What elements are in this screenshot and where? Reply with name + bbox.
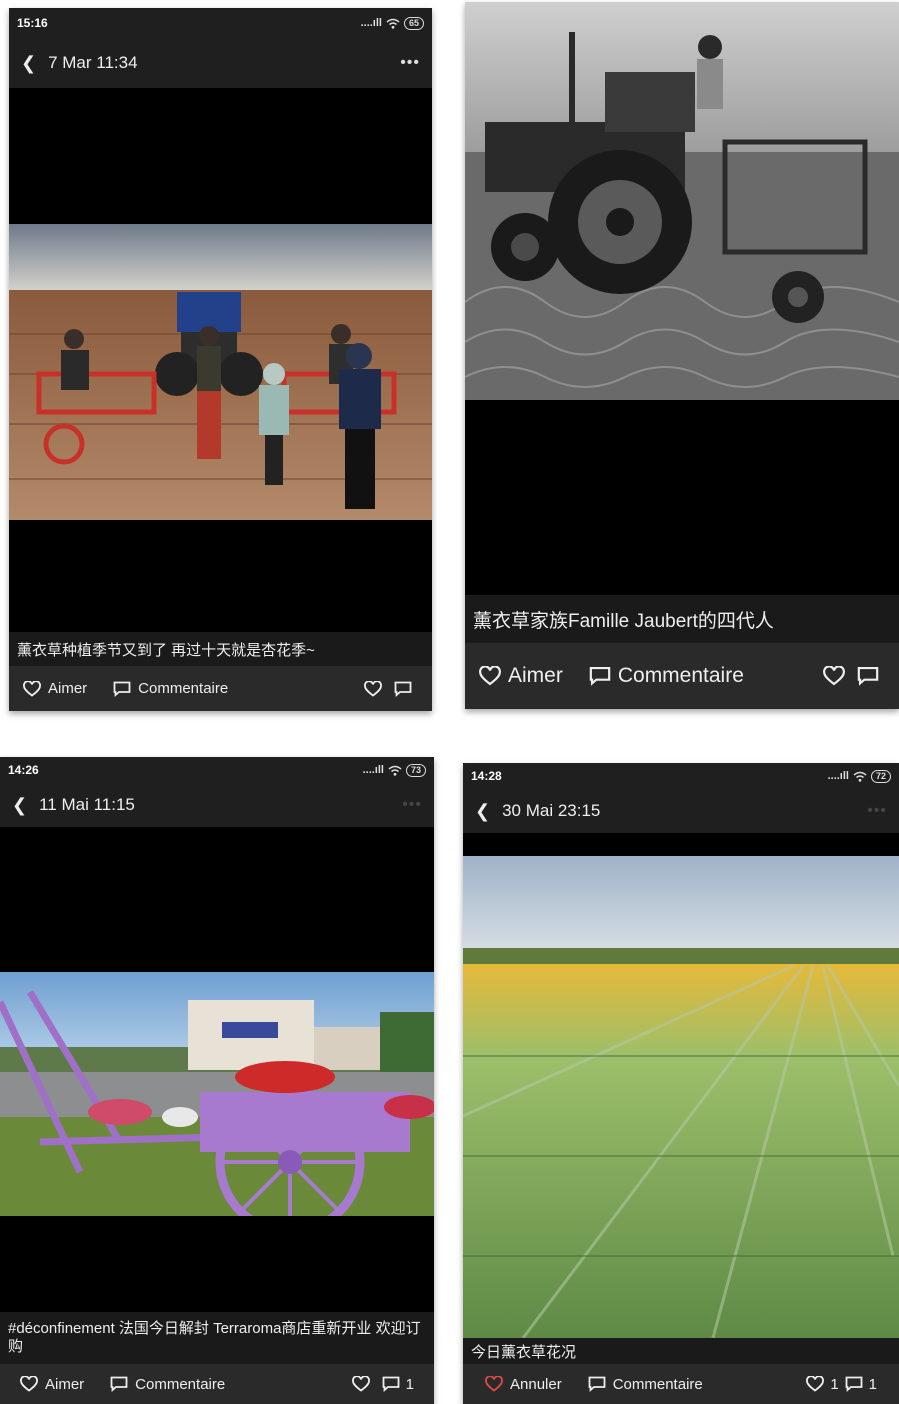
comment-count-icon	[394, 681, 412, 697]
post-caption: 薰衣草家族Famille Jaubert的四代人	[465, 595, 899, 643]
action-bar: Aimer Commentaire	[465, 643, 899, 709]
comment-count-icon	[845, 1376, 863, 1392]
heart-icon	[479, 666, 501, 686]
post-photo	[463, 856, 899, 1338]
more-options-icon[interactable]: •••	[867, 802, 887, 820]
reaction-counts	[364, 680, 418, 697]
comment-count: 1	[405, 1375, 414, 1393]
status-time: 14:26	[8, 763, 39, 777]
heart-icon	[23, 680, 41, 697]
battery-icon: 73	[405, 763, 426, 777]
like-label: Aimer	[508, 664, 563, 687]
comment-button[interactable]: Commentaire	[589, 664, 744, 688]
screenshot-panel-4: 14:28 ....ıll 72 ❮ 30 Mai 23:15 ••• 今日薰衣…	[463, 763, 899, 1404]
comment-icon	[110, 1376, 128, 1392]
heart-filled-icon	[485, 1376, 503, 1392]
status-time: 15:16	[17, 16, 48, 30]
reaction-counts	[823, 666, 885, 686]
screenshot-panel-3: 14:26 ....ıll 73 ❮ 11 Mai 11:15 ••• #déc…	[0, 757, 434, 1404]
caption-text: #déconfinement 法国今日解封 Terraroma商店重新开业 欢迎…	[8, 1320, 421, 1355]
comment-icon	[113, 681, 131, 697]
back-arrow-icon[interactable]: ❮	[12, 795, 27, 816]
post-caption: 今日薰衣草花况	[463, 1338, 899, 1364]
screenshot-panel-1: 15:16 ....ıll 65 ❮ 7 Mar 11:34 ••• 薰衣草种植…	[9, 8, 432, 711]
more-options-icon[interactable]: •••	[402, 796, 422, 814]
back-arrow-icon[interactable]: ❮	[21, 53, 36, 74]
like-label: Aimer	[45, 1375, 85, 1393]
status-bar: 14:28 ....ıll 72	[463, 763, 899, 789]
comment-label: Commentaire	[138, 680, 229, 697]
like-button[interactable]: Aimer	[20, 1376, 84, 1393]
comment-count-icon	[382, 1376, 400, 1392]
battery-icon: 65	[403, 16, 424, 30]
reaction-counts: 1	[351, 1375, 414, 1393]
post-date: 11 Mai 11:15	[39, 795, 135, 814]
more-options-icon[interactable]: •••	[400, 54, 420, 72]
post-caption: #déconfinement 法国今日解封 Terraroma商店重新开业 欢迎…	[0, 1312, 434, 1364]
post-date: 30 Mai 23:15	[502, 801, 601, 820]
comment-icon	[589, 666, 611, 686]
action-bar: Aimer Commentaire	[9, 666, 432, 711]
comment-icon	[588, 1376, 606, 1392]
like-button[interactable]: Aimer	[479, 664, 563, 688]
like-button[interactable]: Aimer	[23, 680, 87, 697]
heart-icon	[20, 1376, 38, 1392]
comment-label: Commentaire	[135, 1375, 226, 1393]
screenshot-panel-2: 薰衣草家族Famille Jaubert的四代人 Aimer Commentai…	[465, 2, 899, 709]
comment-count-icon	[857, 666, 879, 686]
status-bar: 15:16 ....ıll 65	[9, 8, 432, 38]
post-photo	[9, 224, 432, 520]
post-photo	[0, 972, 434, 1216]
back-arrow-icon[interactable]: ❮	[475, 801, 490, 822]
comment-label: Commentaire	[617, 664, 744, 687]
comment-button[interactable]: Commentaire	[588, 1376, 703, 1393]
post-photo	[465, 2, 899, 400]
signal-icon: ....ıll	[827, 770, 849, 782]
comment-count: 1	[868, 1375, 877, 1393]
action-bar: Aimer Commentaire 1	[0, 1364, 434, 1404]
heart-count-icon	[364, 680, 382, 697]
caption-text: 薰衣草家族Famille Jaubert的四代人	[473, 610, 774, 632]
action-bar: Annuler Commentaire 1 1	[463, 1364, 899, 1404]
caption-text: 薰衣草种植季节又到了 再过十天就是杏花季~	[17, 641, 315, 659]
heart-count-icon	[806, 1376, 825, 1392]
like-count: 1	[830, 1375, 839, 1393]
top-nav-bar: ❮ 7 Mar 11:34 •••	[9, 38, 432, 88]
status-bar: 14:26 ....ıll 73	[0, 757, 434, 783]
comment-button[interactable]: Commentaire	[110, 1376, 225, 1393]
like-label: Aimer	[48, 680, 88, 697]
post-date: 7 Mar 11:34	[48, 53, 138, 72]
wifi-icon	[386, 18, 400, 29]
heart-count-icon	[351, 1376, 370, 1392]
like-label: Annuler	[510, 1375, 562, 1393]
top-nav-bar: ❮ 11 Mai 11:15 •••	[0, 783, 434, 827]
unlike-button[interactable]: Annuler	[485, 1376, 562, 1393]
wifi-icon	[853, 771, 867, 782]
signal-icon: ....ıll	[362, 764, 384, 776]
reaction-counts: 1 1	[806, 1376, 877, 1393]
heart-count-icon	[823, 666, 845, 686]
caption-text: 今日薰衣草花况	[471, 1343, 577, 1361]
battery-icon: 72	[870, 769, 891, 783]
wifi-icon	[388, 765, 402, 776]
top-nav-bar: ❮ 30 Mai 23:15 •••	[463, 789, 899, 833]
comment-label: Commentaire	[612, 1375, 703, 1393]
signal-icon: ....ıll	[360, 17, 382, 29]
post-caption: 薰衣草种植季节又到了 再过十天就是杏花季~	[9, 632, 432, 666]
status-time: 14:28	[471, 769, 502, 783]
comment-button[interactable]: Commentaire	[113, 680, 228, 697]
